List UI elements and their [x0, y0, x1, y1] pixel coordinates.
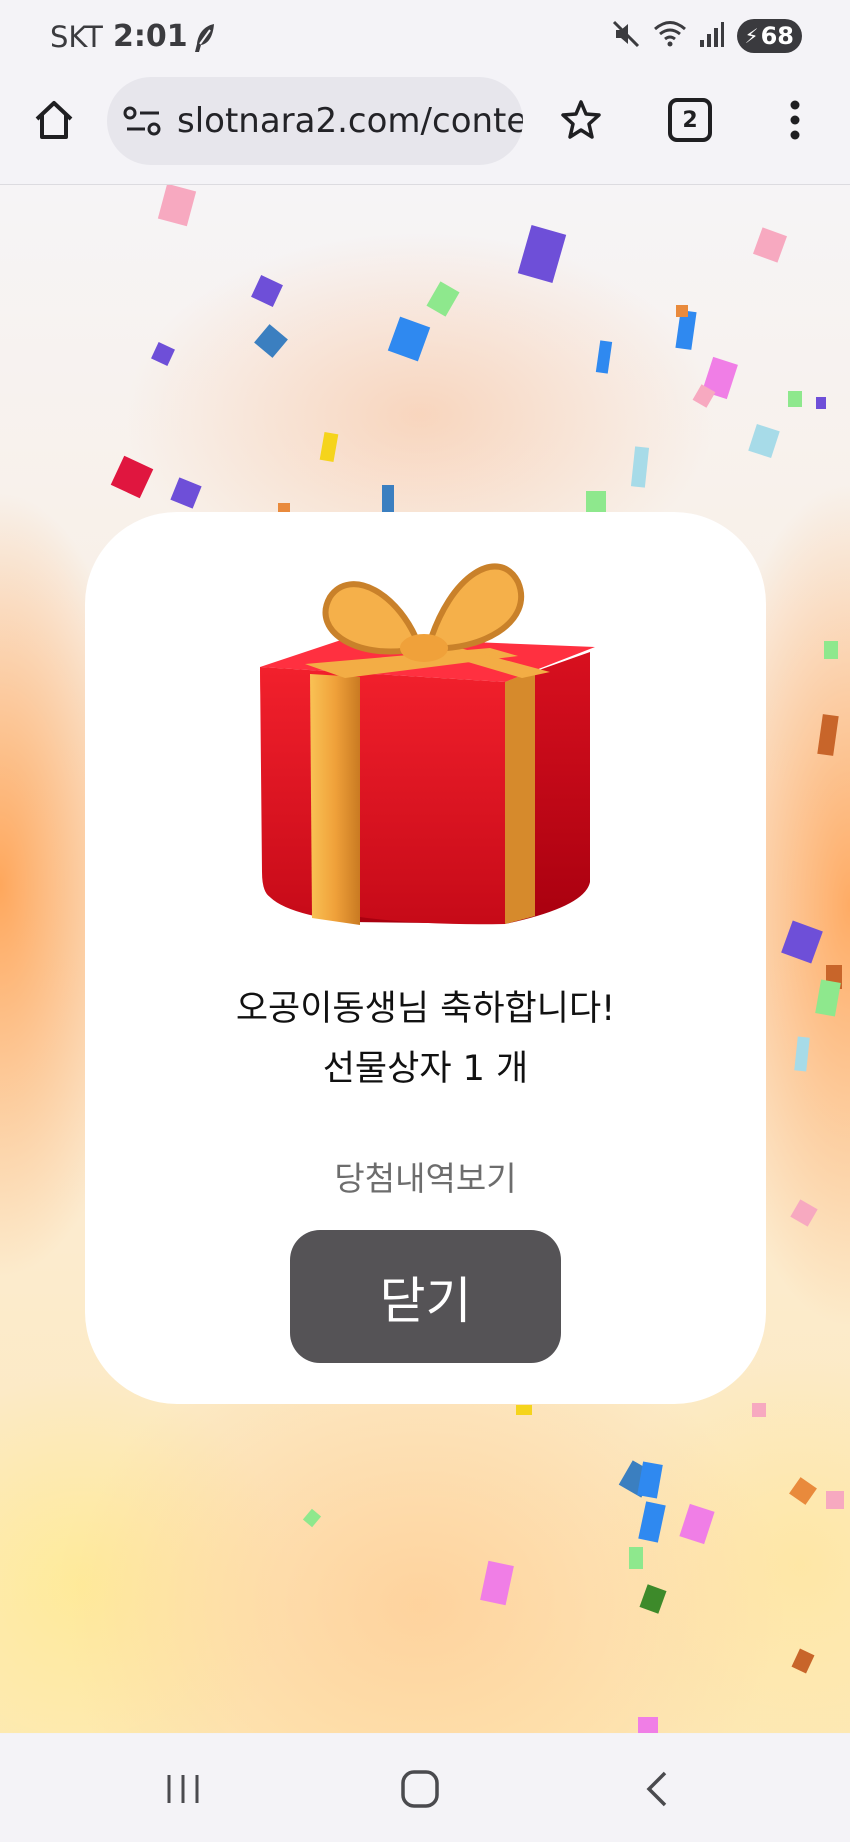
confetti-piece	[516, 1405, 532, 1415]
battery-charging-icon: ⚡ 68	[736, 19, 802, 53]
confetti-piece	[170, 477, 202, 509]
url-bar[interactable]: slotnara2.com/conte	[107, 77, 523, 165]
feather-notification-icon	[192, 22, 218, 58]
confetti-piece	[752, 1403, 766, 1417]
win-history-link[interactable]: 당첨내역보기	[85, 1152, 766, 1200]
confetti-piece	[791, 1648, 815, 1674]
congrats-message: 오공이동생님 축하합니다!	[235, 989, 616, 1029]
more-menu-icon[interactable]	[780, 94, 810, 146]
wifi-icon	[653, 19, 687, 53]
confetti-piece	[816, 397, 826, 409]
confetti-piece	[387, 316, 431, 362]
site-settings-icon[interactable]	[123, 104, 163, 138]
confetti-piece	[586, 491, 606, 513]
carrier-label: SKT	[50, 20, 103, 54]
confetti-piece	[637, 1461, 663, 1499]
confetti-piece	[676, 305, 688, 317]
confetti-piece	[151, 342, 175, 366]
confetti-piece	[748, 423, 780, 459]
confetti-piece	[826, 1491, 844, 1509]
confetti-piece	[480, 1560, 514, 1606]
confetti-piece	[630, 446, 650, 488]
confetti-piece	[517, 225, 567, 283]
confetti-piece	[382, 485, 394, 513]
gift-box-icon	[250, 552, 600, 932]
confetti-piece	[679, 1503, 715, 1545]
signal-icon	[699, 20, 725, 52]
home-icon[interactable]	[28, 94, 80, 146]
confetti-piece	[817, 714, 839, 756]
clock: 2:01	[113, 19, 188, 54]
prize-text: 선물상자 1 개	[322, 1049, 529, 1089]
bookmark-star-icon[interactable]	[558, 96, 604, 142]
close-button[interactable]: 닫기	[290, 1230, 561, 1363]
confetti-piece	[824, 641, 838, 659]
confetti-piece	[319, 431, 339, 463]
navigation-bar	[0, 1734, 850, 1842]
confetti-piece	[638, 1717, 658, 1733]
confetti-piece	[110, 455, 154, 499]
prize-popup: 오공이동생님 축하합니다! 선물상자 1 개 당첨내역보기 닫기	[85, 512, 766, 1404]
confetti-piece	[254, 324, 288, 358]
confetti-piece	[302, 1508, 322, 1528]
url-text[interactable]: slotnara2.com/conte	[177, 101, 523, 141]
confetti-piece	[426, 281, 460, 317]
mute-icon	[611, 19, 641, 53]
confetti-piece	[794, 1036, 810, 1072]
confetti-piece	[815, 979, 841, 1017]
battery-level: 68	[760, 22, 794, 50]
confetti-piece	[595, 340, 613, 374]
confetti-piece	[251, 275, 283, 307]
back-icon[interactable]	[618, 1754, 698, 1824]
confetti-piece	[157, 185, 197, 227]
confetti-piece	[639, 1584, 667, 1614]
recent-apps-icon[interactable]	[143, 1754, 223, 1824]
confetti-piece	[752, 227, 788, 263]
confetti-piece	[781, 920, 823, 964]
tabs-icon[interactable]: 2	[668, 98, 712, 142]
confetti-piece	[638, 1501, 666, 1543]
browser-toolbar: slotnara2.com/conte 2	[0, 74, 850, 185]
status-bar: SKT 2:01 ⚡ 68	[0, 0, 850, 74]
tab-count: 2	[682, 107, 698, 133]
confetti-piece	[788, 391, 802, 407]
page-content: 오공이동생님 축하합니다! 선물상자 1 개 당첨내역보기 닫기	[0, 185, 850, 1733]
confetti-piece	[629, 1547, 643, 1569]
home-nav-icon[interactable]	[380, 1754, 460, 1824]
confetti-piece	[789, 1477, 817, 1505]
confetti-piece	[790, 1199, 818, 1227]
